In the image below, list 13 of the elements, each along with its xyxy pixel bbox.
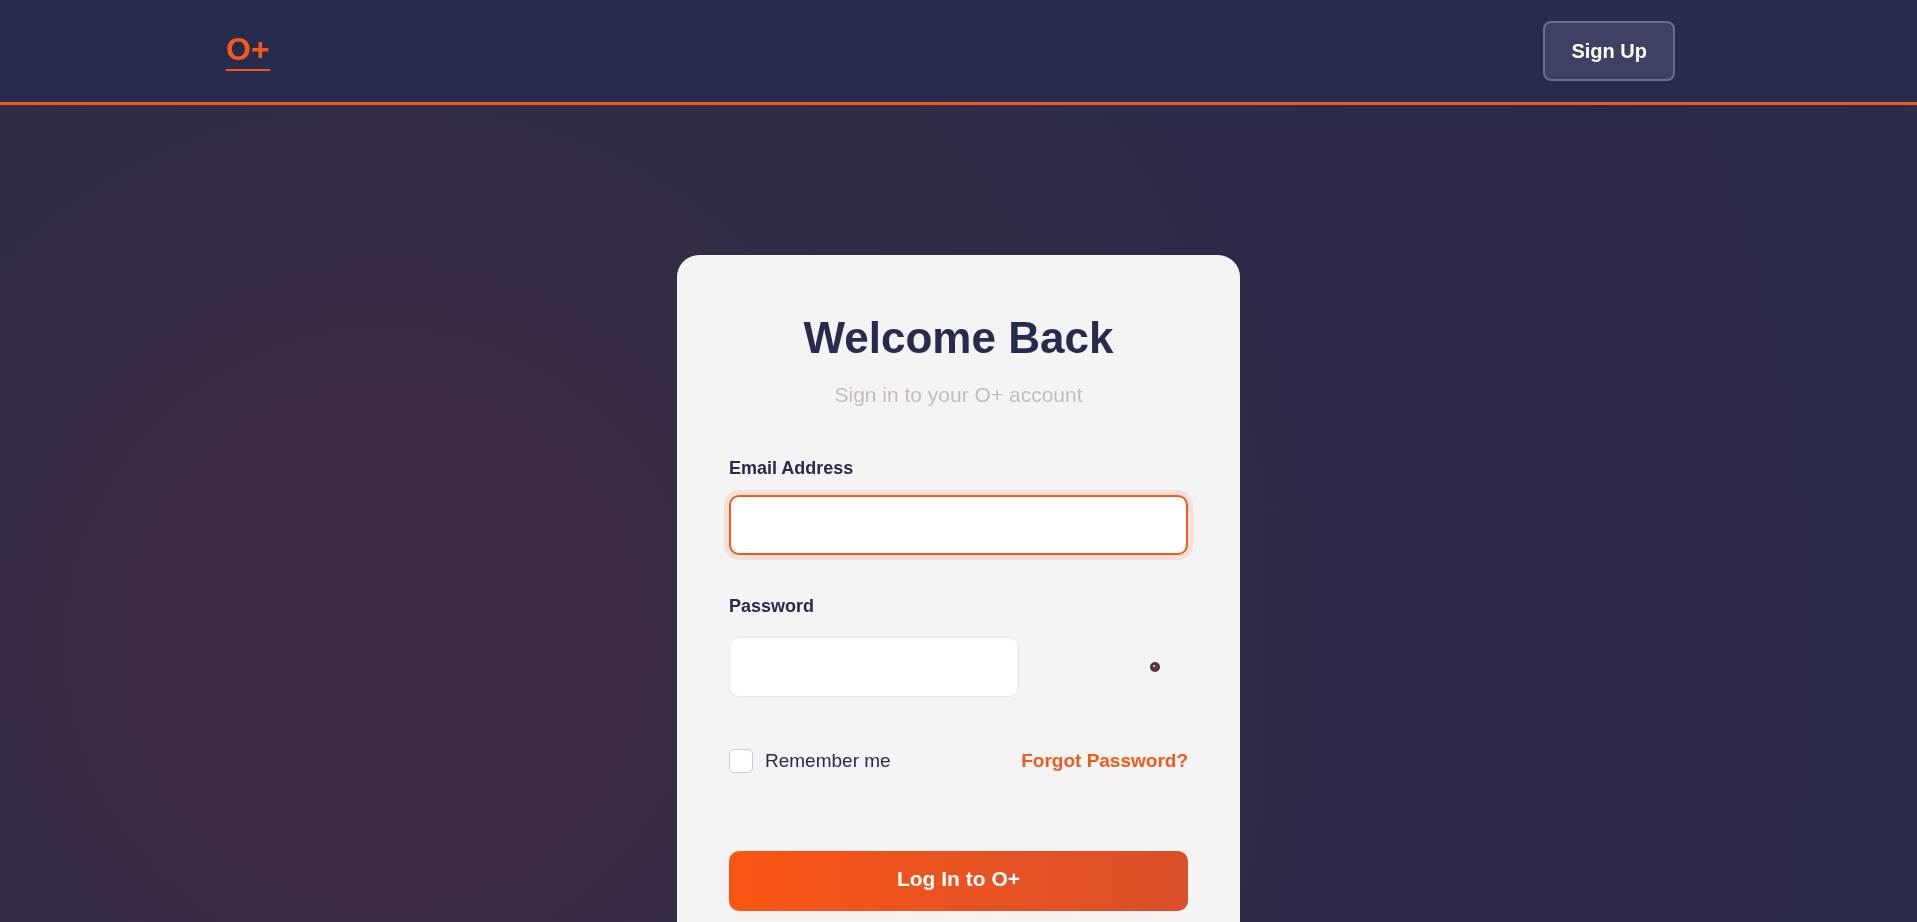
sign-up-button[interactable]: Sign Up	[1543, 21, 1675, 81]
email-input[interactable]	[729, 494, 1188, 555]
field-label: Email Address	[729, 456, 855, 480]
forgot-password-link[interactable]: Forgot Password?	[1021, 746, 1188, 775]
card-title: Welcome Back	[802, 312, 1115, 364]
remember-checkbox[interactable]	[729, 748, 753, 773]
eye-icon[interactable]	[1149, 660, 1161, 673]
card-subtitle: Sign in to your O+ account	[833, 382, 1084, 408]
logo[interactable]: O+	[226, 31, 270, 71]
remember-label: Remember me	[765, 748, 891, 773]
field-label: Password	[729, 594, 816, 618]
password-input[interactable]	[729, 636, 1019, 697]
login-button[interactable]: Log In to O+	[729, 851, 1188, 911]
